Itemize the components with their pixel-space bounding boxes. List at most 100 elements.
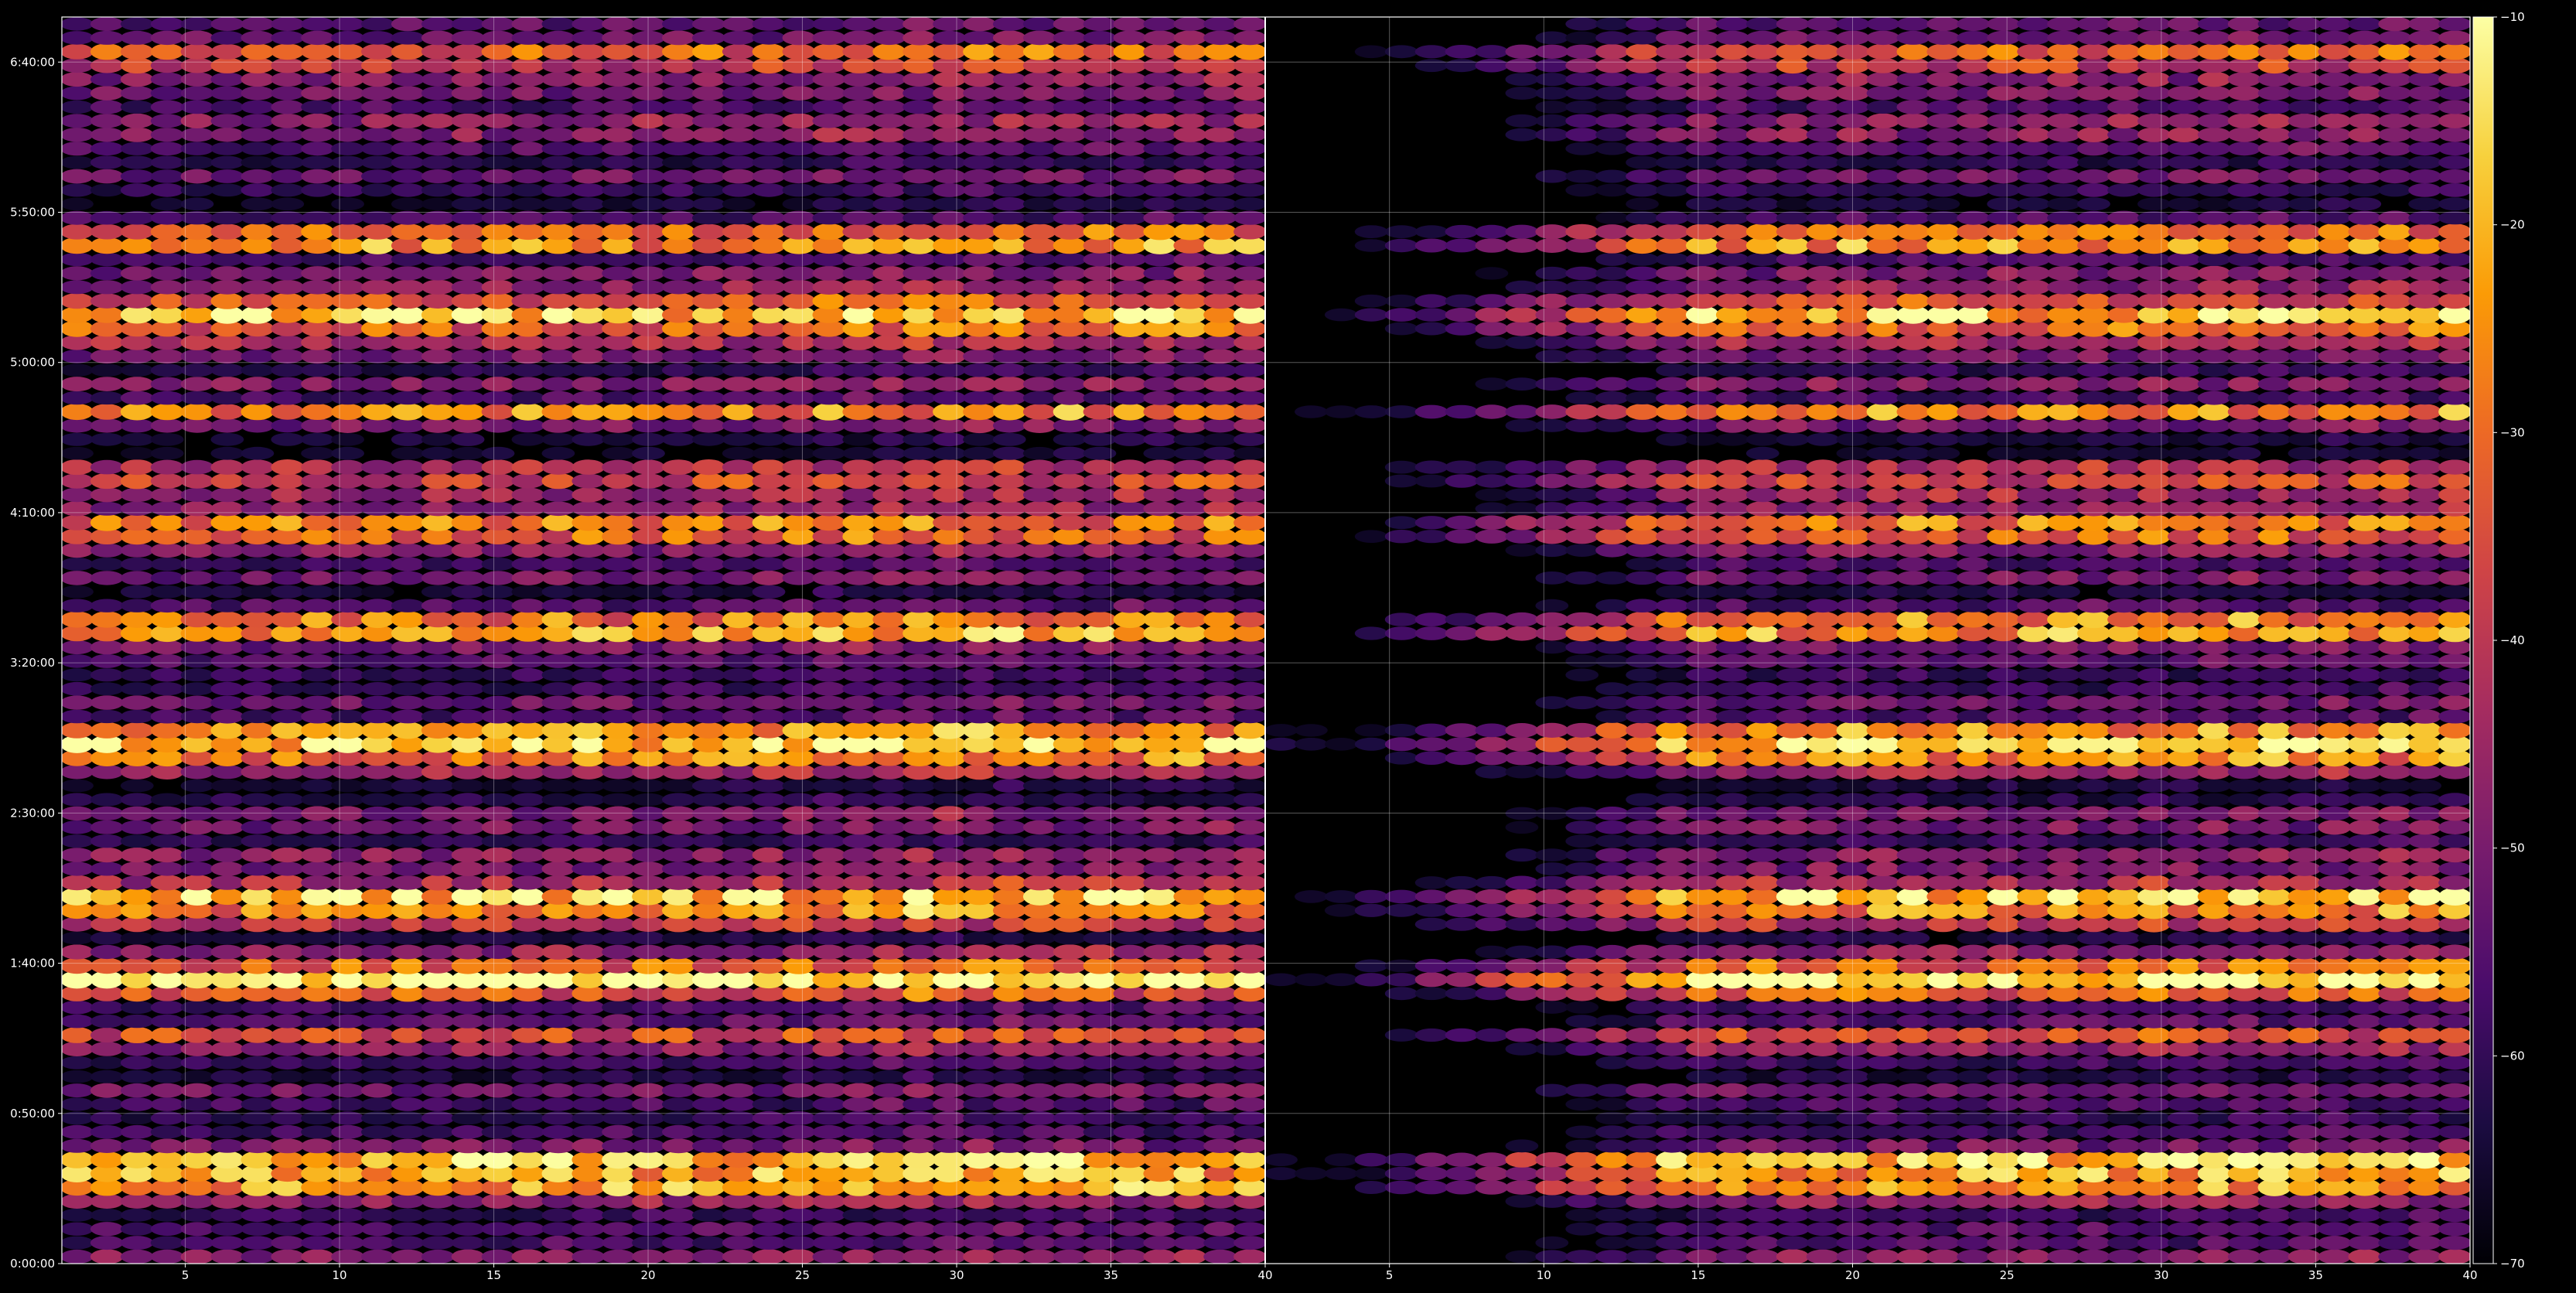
heatmap-cell <box>241 335 275 350</box>
heatmap-cell <box>2047 1070 2080 1083</box>
heatmap-cell <box>933 197 966 211</box>
heatmap-cell <box>2348 887 2382 906</box>
heatmap-cell <box>963 667 996 682</box>
heatmap-cell <box>1022 404 1056 420</box>
heatmap-cell <box>2107 834 2141 848</box>
heatmap-cell <box>511 611 545 628</box>
heatmap-cell <box>2378 1041 2412 1057</box>
heatmap-cell <box>842 681 876 696</box>
heatmap-cell <box>241 640 275 654</box>
heatmap-cell <box>451 459 485 475</box>
heatmap-cell <box>391 1151 425 1168</box>
heatmap-cell <box>391 1222 425 1236</box>
heatmap-cell <box>1173 640 1207 655</box>
heatmap-cell <box>2137 1097 2171 1111</box>
heatmap-cell <box>2318 848 2352 863</box>
heatmap-cell <box>963 957 996 974</box>
heatmap-cell <box>933 1056 966 1070</box>
heatmap-cell <box>1987 1208 2021 1223</box>
heatmap-cell <box>2378 1070 2412 1083</box>
heatmap-cell <box>1686 1056 1719 1070</box>
heatmap-cell <box>1233 1249 1265 1264</box>
heatmap-cell <box>872 1083 906 1098</box>
heatmap-cell <box>2318 1014 2352 1029</box>
heatmap-cell <box>1715 861 1749 876</box>
heatmap-cell <box>271 779 305 793</box>
heatmap-cell <box>2257 722 2291 739</box>
heatmap-cell <box>241 293 275 309</box>
heatmap-cell <box>752 418 786 433</box>
heatmap-cell <box>2257 888 2291 906</box>
heatmap-cell <box>301 611 334 629</box>
heatmap-cell <box>1203 100 1237 114</box>
heatmap-cell <box>1053 403 1087 421</box>
heatmap-cell <box>1656 654 1689 668</box>
heatmap-cell <box>361 1236 394 1250</box>
heatmap-cell <box>210 114 244 128</box>
heatmap-cell <box>1595 736 1629 752</box>
heatmap-cell <box>1926 861 1960 876</box>
heatmap-cell <box>481 793 515 807</box>
heatmap-cell <box>481 1151 515 1169</box>
heatmap-cell <box>241 487 275 503</box>
heatmap-cell <box>752 86 786 101</box>
heatmap-cell <box>511 1151 545 1168</box>
heatmap-cell <box>1896 848 1930 862</box>
heatmap-cell <box>1715 875 1749 891</box>
heatmap-cell <box>1776 848 1810 862</box>
heatmap-cell <box>331 1222 364 1237</box>
heatmap-cell <box>1745 1070 1779 1083</box>
heatmap-cell <box>1022 1083 1056 1098</box>
heatmap-cell <box>241 280 275 295</box>
heatmap-cell <box>421 599 455 613</box>
heatmap-cell <box>902 1070 936 1084</box>
heatmap-cell <box>692 1070 725 1083</box>
heatmap-cell <box>301 266 334 281</box>
heatmap-cell <box>842 820 876 835</box>
heatmap-cell <box>1776 1000 1810 1015</box>
heatmap-cell <box>1745 888 1779 905</box>
heatmap-cell <box>271 888 305 906</box>
heatmap-cell <box>331 793 364 807</box>
heatmap-cell <box>241 473 275 489</box>
heatmap-cell <box>571 432 606 446</box>
heatmap-cell <box>241 30 275 46</box>
heatmap-cell <box>331 599 364 613</box>
heatmap-cell <box>963 820 996 835</box>
heatmap-cell <box>1926 875 1960 890</box>
heatmap-cell <box>812 377 846 391</box>
heatmap-cell <box>1866 1208 1900 1223</box>
heatmap-cell <box>1022 834 1056 848</box>
heatmap-cell <box>1745 1236 1779 1250</box>
heatmap-cell <box>1656 1249 1689 1264</box>
heatmap-cell <box>1022 695 1056 710</box>
heatmap-cell <box>812 1097 846 1111</box>
heatmap-cell <box>1656 695 1689 710</box>
heatmap-cell <box>2167 1125 2201 1139</box>
heatmap-cell <box>421 487 455 503</box>
heatmap-cell <box>1987 653 2021 669</box>
heatmap-cell <box>842 1070 876 1083</box>
heatmap-cell <box>2107 1014 2141 1029</box>
heatmap-cell <box>1173 861 1207 876</box>
heatmap-cell <box>1595 902 1629 919</box>
heatmap-cell <box>1173 86 1207 101</box>
heatmap-cell <box>2137 957 2171 974</box>
heatmap-cell <box>391 848 425 863</box>
heatmap-cell <box>752 668 786 682</box>
heatmap-cell <box>1866 709 1900 724</box>
heatmap-cell <box>2378 1000 2412 1015</box>
heatmap-cell <box>1113 944 1147 960</box>
heatmap-cell <box>2408 1056 2442 1070</box>
heatmap-cell <box>451 349 485 363</box>
heatmap-cell <box>1656 971 1689 988</box>
heatmap-cell <box>662 779 695 793</box>
heatmap-cell <box>662 887 695 906</box>
heatmap-cell <box>421 58 455 73</box>
heatmap-cell <box>571 72 606 87</box>
heatmap-cell <box>451 1014 485 1029</box>
heatmap-cell <box>1233 875 1265 891</box>
heatmap-cell <box>1022 30 1056 46</box>
heatmap-cell <box>1143 611 1177 629</box>
heatmap-cell <box>782 459 816 475</box>
